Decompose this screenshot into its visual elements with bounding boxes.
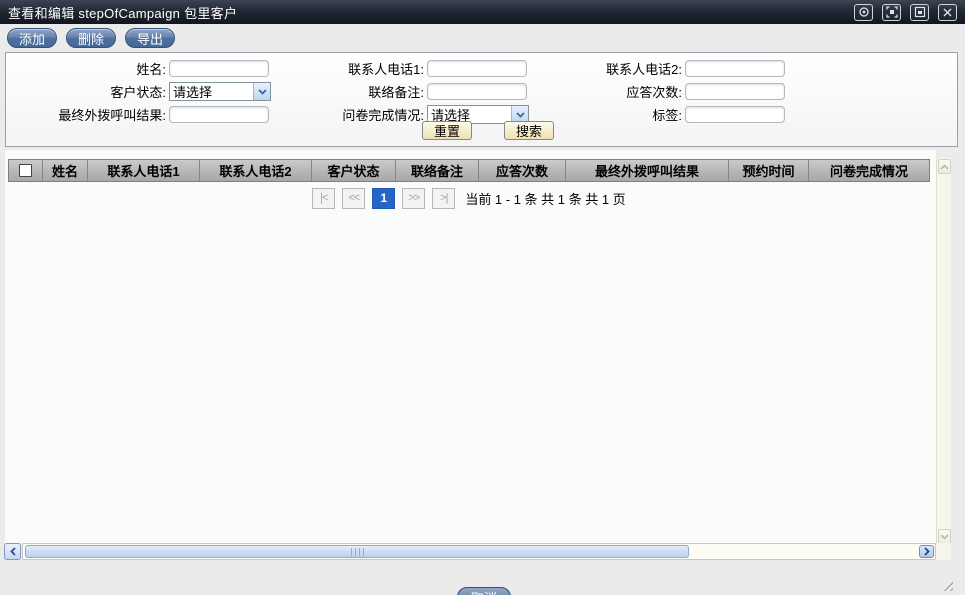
column-header-questionnaire[interactable]: 问卷完成情况 (809, 160, 929, 181)
chevron-down-icon (253, 83, 270, 100)
scroll-up-icon[interactable] (938, 159, 951, 174)
dialog-window: 查看和编辑 stepOfCampaign 包里客户 添加 删除 导出 (0, 0, 965, 595)
scroll-grip-icon (351, 548, 364, 556)
resize-grip-icon[interactable] (940, 578, 953, 591)
horizontal-scroll-track[interactable] (22, 543, 936, 560)
column-header-answers[interactable]: 应答次数 (479, 160, 566, 181)
restore-icon[interactable] (910, 4, 929, 21)
select-all-cell (9, 160, 43, 181)
tag-label: 标签: (532, 105, 682, 124)
search-form: 姓名: 联系人电话1: 联系人电话2: 客户状态: 请选择 联络备注: 应答次数… (6, 53, 957, 124)
delete-button[interactable]: 删除 (66, 28, 116, 48)
horizontal-scroll-thumb[interactable] (25, 545, 689, 558)
form-buttons: 重置 搜索 (422, 121, 554, 140)
current-page-button[interactable]: 1 (372, 188, 395, 209)
column-header-call-result[interactable]: 最终外拨呼叫结果 (566, 160, 729, 181)
call-result-label: 最终外拨呼叫结果: (6, 105, 166, 124)
select-all-checkbox[interactable] (19, 164, 32, 177)
title-bar: 查看和编辑 stepOfCampaign 包里客户 (0, 0, 965, 24)
vertical-scrollbar[interactable] (936, 158, 951, 545)
scroll-down-icon[interactable] (938, 529, 951, 544)
export-button[interactable]: 导出 (125, 28, 175, 48)
phone2-label: 联系人电话2: (532, 59, 682, 78)
customer-status-value: 请选择 (170, 82, 253, 101)
record-icon[interactable] (854, 4, 873, 21)
column-header-status[interactable]: 客户状态 (312, 160, 396, 181)
name-input[interactable] (169, 60, 269, 77)
next-page-button[interactable]: >> (402, 188, 425, 209)
name-label: 姓名: (6, 59, 166, 78)
column-header-name[interactable]: 姓名 (43, 160, 88, 181)
prev-page-button[interactable]: << (342, 188, 365, 209)
column-header-phone1[interactable]: 联系人电话1 (88, 160, 200, 181)
close-icon[interactable] (938, 4, 957, 21)
search-panel: 姓名: 联系人电话1: 联系人电话2: 客户状态: 请选择 联络备注: 应答次数… (5, 52, 958, 147)
first-page-button[interactable]: |< (312, 188, 335, 209)
horizontal-scrollbar[interactable] (4, 543, 936, 560)
questionnaire-label: 问卷完成情况: (274, 105, 424, 124)
scroll-left-icon[interactable] (4, 543, 21, 560)
customer-status-select[interactable]: 请选择 (169, 82, 271, 101)
add-button[interactable]: 添加 (7, 28, 57, 48)
table-header: 姓名 联系人电话1 联系人电话2 客户状态 联络备注 应答次数 最终外拨呼叫结果… (8, 159, 930, 182)
toolbar: 添加 删除 导出 (7, 28, 175, 48)
cancel-button[interactable]: 取消 (457, 587, 511, 595)
answers-input[interactable] (685, 83, 785, 100)
call-result-input[interactable] (169, 106, 269, 123)
status-label: 客户状态: (6, 82, 166, 101)
answers-label: 应答次数: (532, 82, 682, 101)
column-header-reserve-time[interactable]: 预约时间 (729, 160, 809, 181)
search-button[interactable]: 搜索 (504, 121, 554, 140)
window-title: 查看和编辑 stepOfCampaign 包里客户 (8, 3, 845, 22)
pagination-summary: 当前 1 - 1 条 共 1 条 共 1 页 (465, 189, 625, 208)
last-page-button[interactable]: >| (432, 188, 455, 209)
phone1-label: 联系人电话1: (274, 59, 424, 78)
scrollbar-corner (936, 543, 951, 560)
pagination: |< << 1 >> >| 当前 1 - 1 条 共 1 条 共 1 页 (8, 187, 930, 209)
phone2-input[interactable] (685, 60, 785, 77)
maximize-icon[interactable] (882, 4, 901, 21)
note-label: 联络备注: (274, 82, 424, 101)
scroll-right-icon[interactable] (919, 545, 934, 558)
reset-button[interactable]: 重置 (422, 121, 472, 140)
note-input[interactable] (427, 83, 527, 100)
phone1-input[interactable] (427, 60, 527, 77)
column-header-phone2[interactable]: 联系人电话2 (200, 160, 312, 181)
tag-input[interactable] (685, 106, 785, 123)
column-header-note[interactable]: 联络备注 (396, 160, 479, 181)
